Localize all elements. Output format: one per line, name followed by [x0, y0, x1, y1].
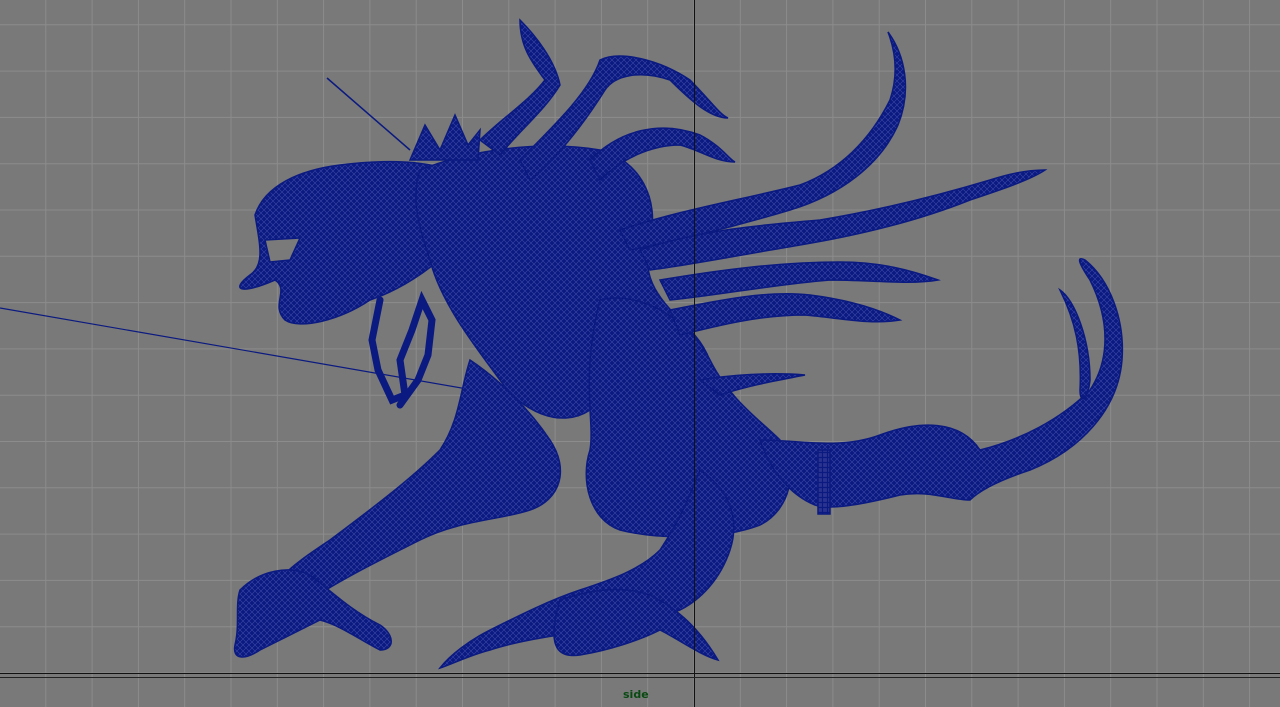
dorsal-spikes-mesh	[408, 113, 481, 161]
front-claw-mesh	[233, 569, 392, 658]
horizontal-origin-axis	[0, 673, 1280, 674]
camera-name-label: side	[623, 688, 649, 701]
horizontal-origin-axis-secondary	[0, 677, 1280, 678]
tentacle-7-mesh	[668, 292, 903, 336]
side-viewport[interactable]: side	[0, 0, 1280, 707]
tail-hook-mesh	[1058, 287, 1091, 400]
spike-line	[326, 77, 411, 151]
tail-band-mesh	[817, 449, 831, 515]
fin-mesh	[698, 373, 806, 396]
creature-wireframe-model[interactable]	[0, 0, 1280, 707]
creature-body	[233, 18, 1124, 670]
chain-mesh	[368, 290, 436, 409]
vertical-origin-axis	[694, 0, 695, 707]
